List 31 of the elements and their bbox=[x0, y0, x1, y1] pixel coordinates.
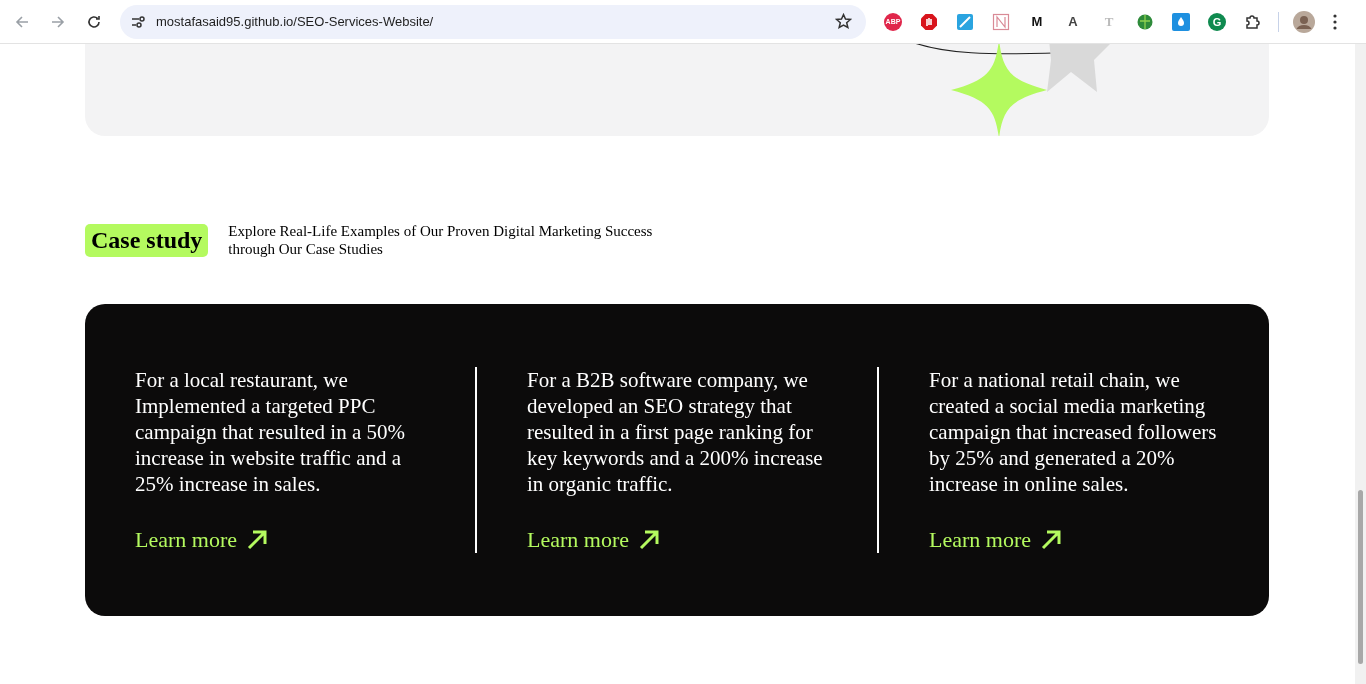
bookmark-star-icon[interactable] bbox=[835, 13, 852, 30]
case-description: For a B2B software company, we developed an SEO strategy that resulted in a first page ranking for key keywords and a 200% increase in organic traffic. bbox=[527, 367, 824, 497]
forward-icon[interactable] bbox=[50, 13, 66, 30]
section-title: Case study bbox=[85, 223, 209, 257]
learn-more-link[interactable]: Learn more bbox=[135, 527, 269, 553]
back-icon[interactable] bbox=[14, 13, 30, 30]
menu-icon[interactable] bbox=[1333, 13, 1337, 30]
scrollbar-thumb[interactable] bbox=[1358, 490, 1363, 664]
case-description: For a national retail chain, we created a social media marketing campaign that increased followers by 25% and generated a 20% increase in online sales. bbox=[929, 367, 1218, 497]
frame-icon[interactable] bbox=[992, 12, 1010, 31]
reload-icon[interactable] bbox=[86, 13, 102, 30]
address-bar[interactable]: mostafasaid95.github.io/SEO-Services-Website/ bbox=[120, 4, 866, 39]
letter-icon[interactable]: A bbox=[1064, 12, 1082, 31]
arrow-icon bbox=[637, 528, 661, 552]
section-description: Explore Real-Life Examples of Our Proven Digital Marketing Success through Our Case Studies bbox=[228, 222, 654, 258]
arrow-icon bbox=[245, 528, 269, 552]
profile-avatar-icon[interactable] bbox=[1293, 10, 1315, 33]
tile-icon[interactable] bbox=[956, 12, 974, 31]
letter-icon[interactable]: G bbox=[1208, 12, 1226, 31]
hand-icon[interactable] bbox=[920, 12, 938, 31]
arrow-icon bbox=[1039, 528, 1063, 552]
site-settings-icon[interactable] bbox=[130, 13, 146, 30]
letter-icon[interactable]: M bbox=[1028, 12, 1046, 31]
scrollbar[interactable] bbox=[1355, 44, 1366, 684]
learn-more-link[interactable]: Learn more bbox=[527, 527, 661, 553]
extensions-icon[interactable] bbox=[1244, 12, 1262, 31]
drop-icon[interactable] bbox=[1172, 12, 1190, 31]
case-description: For a local restaurant, we Implemented a targeted PPC campaign that resulted in a 50% increase in website traffic and a 25% increase in sales. bbox=[135, 367, 406, 497]
url-text: mostafasaid95.github.io/SEO-Services-Website/ bbox=[156, 14, 435, 29]
learn-more-link[interactable]: Learn more bbox=[929, 527, 1063, 553]
globe-icon[interactable] bbox=[1136, 12, 1154, 31]
